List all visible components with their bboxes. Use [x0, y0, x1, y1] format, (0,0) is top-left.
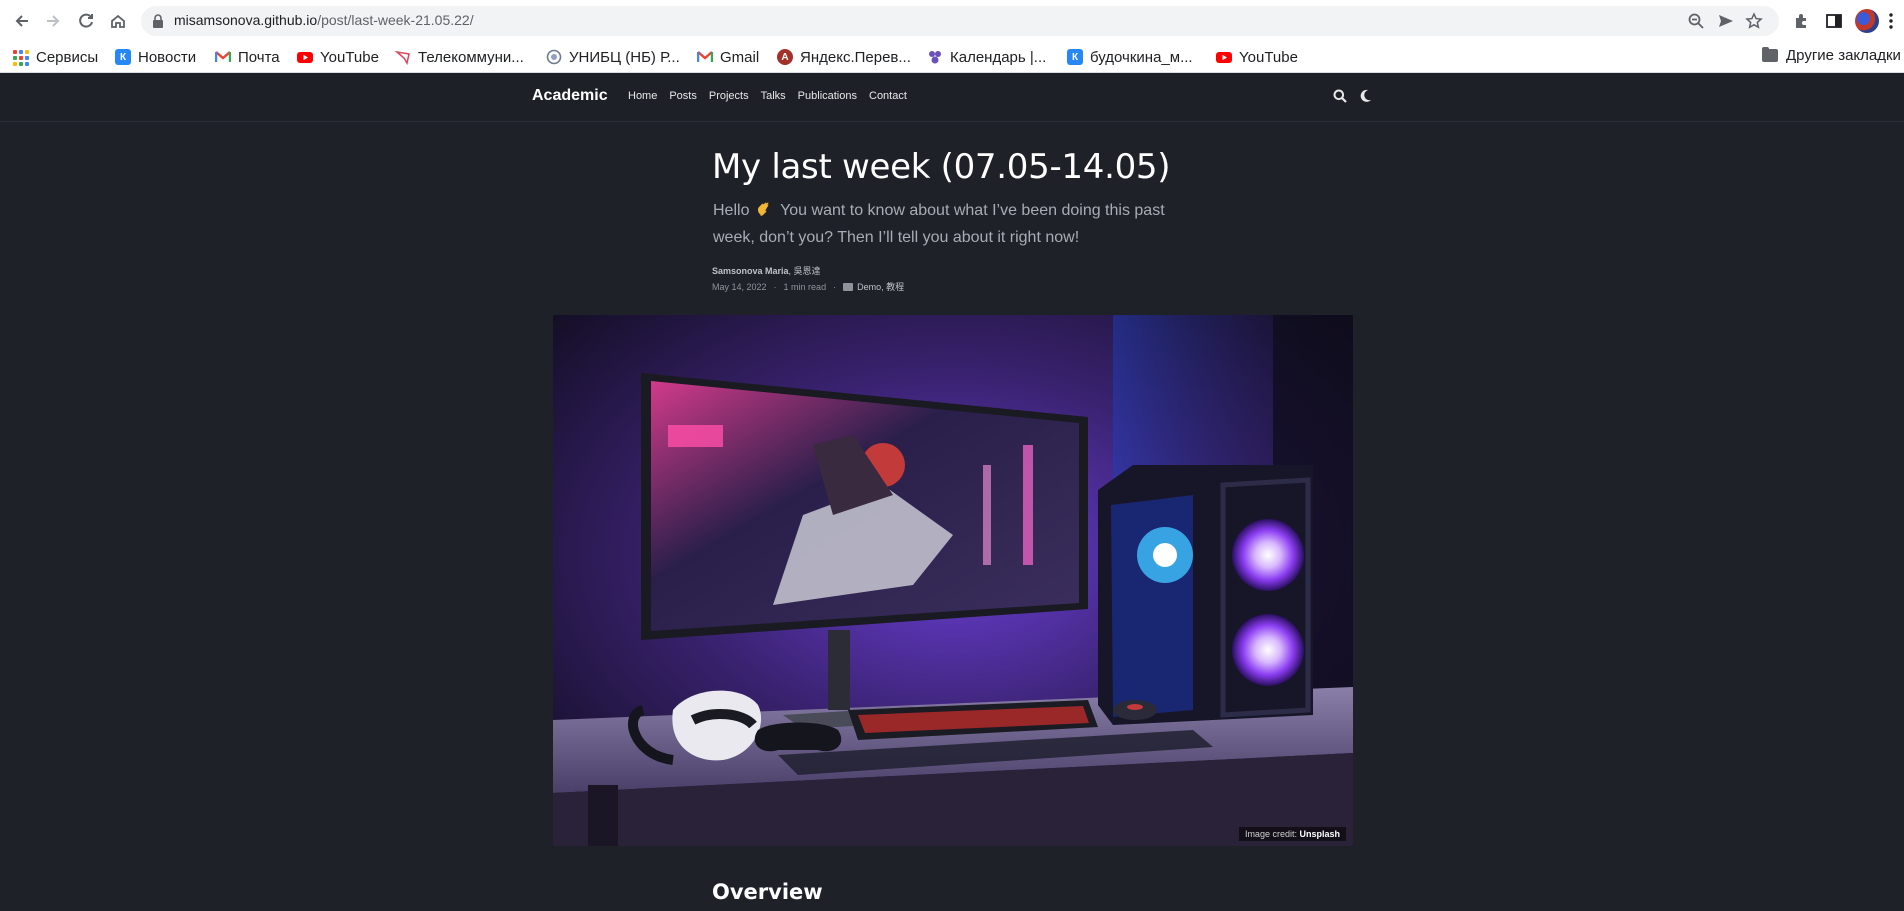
folder-icon: [1762, 47, 1778, 62]
youtube-icon: [1216, 52, 1232, 63]
nav-publications[interactable]: Publications: [798, 90, 857, 102]
bookmark-label: УНИБЦ (НБ) Р...: [569, 48, 680, 66]
coauthor-name: , 吳恩達: [788, 266, 821, 276]
side-panel-icon[interactable]: [1824, 11, 1844, 31]
bookmark-item[interactable]: A Яндекс.Перев...: [777, 47, 911, 67]
apps-grid-icon: [13, 49, 29, 66]
bookmarks-bar: Сервисы К Новости Почта YouTube Телекомм…: [0, 42, 1904, 73]
image-credit: Image credit: Unsplash: [1238, 827, 1346, 841]
gaming-setup-illustration: [553, 315, 1353, 846]
section-heading-overview: Overview: [712, 880, 823, 904]
summary-text: You want to know about what I’ve been do…: [713, 202, 1165, 246]
home-icon: [111, 14, 125, 28]
bookmark-item[interactable]: Телекоммуни...: [395, 47, 524, 67]
youtube-icon: [297, 52, 313, 63]
send-icon[interactable]: [1717, 12, 1735, 30]
back-button[interactable]: [9, 8, 35, 34]
bookmark-item[interactable]: YouTube: [1216, 47, 1298, 67]
post-summary: Hello You want to know about what I’ve b…: [713, 197, 1183, 251]
zoom-icon[interactable]: [1687, 12, 1705, 30]
bookmark-item[interactable]: К Новости: [115, 47, 196, 67]
featured-image: Image credit: Unsplash: [553, 315, 1353, 846]
other-bookmarks[interactable]: Другие закладки: [1762, 47, 1901, 64]
calendar-icon: [929, 51, 941, 64]
forward-button[interactable]: [40, 8, 66, 34]
nav-home[interactable]: Home: [628, 90, 657, 102]
bookmark-item[interactable]: Почта: [215, 47, 280, 67]
bookmark-label: YouTube: [1239, 48, 1298, 66]
nav-contact[interactable]: Contact: [869, 90, 907, 102]
profile-avatar[interactable]: [1855, 9, 1879, 33]
bookmark-label: Календарь |...: [950, 48, 1047, 66]
bookmark-label: YouTube: [320, 48, 379, 66]
author-name[interactable]: Samsonova Maria: [712, 266, 789, 276]
meta-separator: ·: [773, 281, 777, 292]
summary-greeting: Hello: [713, 202, 750, 219]
forward-arrow-icon: [47, 15, 60, 27]
reload-button[interactable]: [73, 8, 99, 34]
read-time: 1 min read: [783, 281, 827, 292]
vk-icon: К: [115, 49, 131, 65]
other-bookmarks-label: Другие закладки: [1786, 47, 1901, 64]
telecom-icon: [395, 50, 410, 65]
extensions-puzzle-icon[interactable]: [1792, 11, 1812, 31]
bookmark-item[interactable]: Сервисы: [13, 47, 98, 67]
bookmark-item[interactable]: УНИБЦ (НБ) Р...: [546, 47, 680, 67]
post-meta: May 14, 2022 · 1 min read · Demo, 教程: [712, 280, 904, 293]
url-host: misamsonova.github.io: [174, 12, 318, 28]
browser-toolbar: misamsonova.github.io/post/last-week-21.…: [0, 0, 1904, 42]
site-brand[interactable]: Academic: [532, 87, 608, 105]
post-title: My last week (07.05-14.05): [712, 147, 1171, 187]
post-authors: Samsonova Maria, 吳恩達: [712, 264, 821, 277]
back-arrow-icon: [15, 15, 28, 27]
vk-icon: К: [1067, 49, 1083, 65]
address-bar[interactable]: misamsonova.github.io/post/last-week-21.…: [141, 6, 1779, 36]
bookmark-label: Новости: [138, 48, 197, 66]
post-date: May 14, 2022: [712, 281, 767, 292]
meta-separator: ·: [833, 281, 837, 292]
lock-icon: [153, 14, 163, 28]
bookmark-label: Gmail: [720, 48, 760, 66]
folder-icon: [843, 282, 854, 291]
nav-talks[interactable]: Talks: [761, 90, 786, 102]
yandex-translate-icon: A: [777, 49, 793, 65]
bookmark-item[interactable]: YouTube: [297, 47, 379, 67]
bookmark-star-icon[interactable]: [1745, 12, 1763, 30]
nav-posts[interactable]: Posts: [669, 90, 697, 102]
image-credit-source[interactable]: Unsplash: [1299, 829, 1340, 839]
gmail-icon: [697, 51, 713, 62]
bookmark-label: Телекоммуни...: [418, 48, 524, 66]
unibc-icon: [546, 49, 562, 65]
url-path: /post/last-week-21.05.22/: [317, 12, 474, 28]
bookmark-label: Яндекс.Перев...: [800, 48, 911, 66]
bookmark-label: Почта: [238, 48, 280, 66]
image-credit-label: Image credit:: [1244, 829, 1297, 839]
site-nav-links: Home Posts Projects Talks Publications C…: [628, 90, 919, 102]
waving-hand-icon: [757, 202, 769, 216]
browser-chrome: misamsonova.github.io/post/last-week-21.…: [0, 0, 1904, 73]
url-text: misamsonova.github.io/post/last-week-21.…: [174, 12, 474, 28]
bookmark-label: Сервисы: [36, 48, 99, 66]
site-navbar: Academic Home Posts Projects Talks Publi…: [0, 73, 1904, 122]
reload-icon: [79, 13, 93, 28]
nav-projects[interactable]: Projects: [709, 90, 749, 102]
gmail-icon: [215, 51, 231, 62]
home-button[interactable]: [105, 8, 131, 34]
bookmark-item[interactable]: К будочкина_м...: [1067, 47, 1193, 67]
website: Academic Home Posts Projects Talks Publi…: [0, 73, 1904, 911]
bookmark-item[interactable]: Календарь |...: [927, 47, 1046, 67]
post-categories[interactable]: Demo, 教程: [857, 280, 904, 293]
bookmark-label: будочкина_м...: [1090, 48, 1193, 66]
search-icon[interactable]: [1333, 89, 1347, 103]
browser-menu-icon[interactable]: [1888, 11, 1894, 31]
bookmark-item[interactable]: Gmail: [697, 47, 759, 67]
dark-mode-moon-icon[interactable]: [1359, 89, 1372, 102]
